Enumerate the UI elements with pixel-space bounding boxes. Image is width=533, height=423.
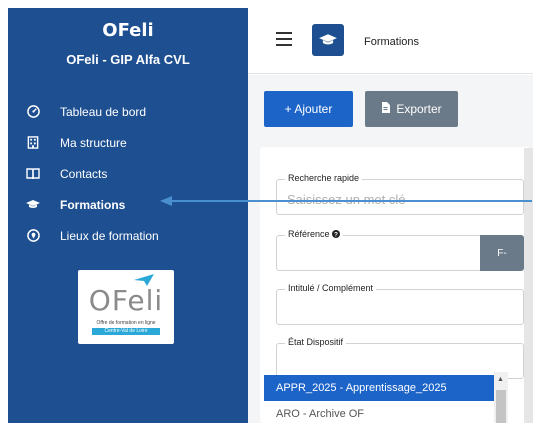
title-input[interactable]: [287, 302, 487, 317]
sidebar-item-label: Ma structure: [60, 135, 127, 150]
sidebar-item-contacts[interactable]: Contacts: [26, 158, 241, 189]
sidebar-item-ma-structure[interactable]: Ma structure: [26, 127, 241, 158]
quick-search-field: Recherche rapide: [276, 173, 524, 215]
status-option[interactable]: ARO - Archive OF: [264, 401, 496, 423]
sidebar-item-label: Contacts: [60, 166, 108, 181]
reference-filter-label: F-: [497, 247, 507, 259]
sidebar-item-lieux-de-formation[interactable]: Lieux de formation: [26, 220, 241, 251]
reference-field: Référence ? F-: [276, 229, 524, 271]
reference-filter-button[interactable]: F-: [480, 235, 524, 271]
add-button-label: + Ajouter: [284, 102, 333, 116]
sidebar-nav: Tableau de bord Ma structure Contacts Fo…: [26, 96, 241, 251]
ofeli-logo: OFeli Offre de formation en ligne Centre…: [78, 270, 174, 344]
logo-tagline: Offre de formation en ligne: [96, 320, 156, 326]
main-content: + Ajouter Exporter Recherche rapide Réfé…: [248, 75, 533, 423]
logo-text: OFeli: [88, 284, 164, 317]
title-field: Intitulé / Complément: [276, 283, 524, 325]
scroll-up-icon[interactable]: ▲: [497, 376, 504, 383]
reference-input[interactable]: [287, 248, 487, 263]
page-scrollbar[interactable]: [524, 148, 533, 423]
export-button[interactable]: Exporter: [365, 91, 458, 127]
dashboard-icon: [26, 105, 40, 119]
status-input[interactable]: [287, 356, 487, 371]
location-pin-icon: [26, 229, 40, 243]
add-button[interactable]: + Ajouter: [264, 91, 353, 127]
top-header: Formations: [248, 8, 533, 74]
quick-search-label: Recherche rapide: [285, 173, 363, 183]
sidebar: OFeli OFeli - GIP Alfa CVL Tableau de bo…: [8, 8, 248, 423]
svg-text:?: ?: [334, 232, 338, 238]
status-option-selected[interactable]: APPR_2025 - Apprentissage_2025: [264, 375, 496, 401]
graduation-cap-icon: [26, 198, 40, 212]
dropdown-scroll-thumb[interactable]: [496, 390, 506, 423]
menu-toggle-icon[interactable]: [276, 32, 292, 46]
quick-search-input[interactable]: [287, 192, 487, 207]
export-button-label: Exporter: [396, 102, 442, 116]
sidebar-item-label: Tableau de bord: [60, 104, 147, 119]
sidebar-item-label: Formations: [60, 197, 126, 212]
sidebar-item-formations[interactable]: Formations: [26, 189, 241, 220]
app-subtitle: OFeli - GIP Alfa CVL: [66, 52, 190, 67]
status-field: État Dispositif: [276, 337, 524, 379]
sidebar-item-label: Lieux de formation: [60, 228, 159, 243]
building-icon: [26, 136, 40, 150]
app-title: OFeli: [102, 20, 154, 41]
address-book-icon: [26, 167, 40, 181]
logo-region-band: Centre-Val de Loire: [92, 328, 160, 335]
sidebar-item-tableau-de-bord[interactable]: Tableau de bord: [26, 96, 241, 127]
graduation-cap-icon: [312, 24, 344, 56]
reference-label: Référence ?: [285, 229, 344, 239]
page-title: Formations: [364, 36, 420, 48]
status-dropdown-list: APPR_2025 - Apprentissage_2025 ARO - Arc…: [264, 375, 496, 423]
help-icon[interactable]: ?: [332, 229, 341, 239]
dropdown-scrollbar[interactable]: ▲: [494, 372, 508, 423]
status-label: État Dispositif: [285, 337, 347, 347]
title-label: Intitulé / Complément: [285, 283, 377, 293]
reference-label-text: Référence: [288, 229, 330, 239]
file-export-icon: [381, 102, 391, 116]
